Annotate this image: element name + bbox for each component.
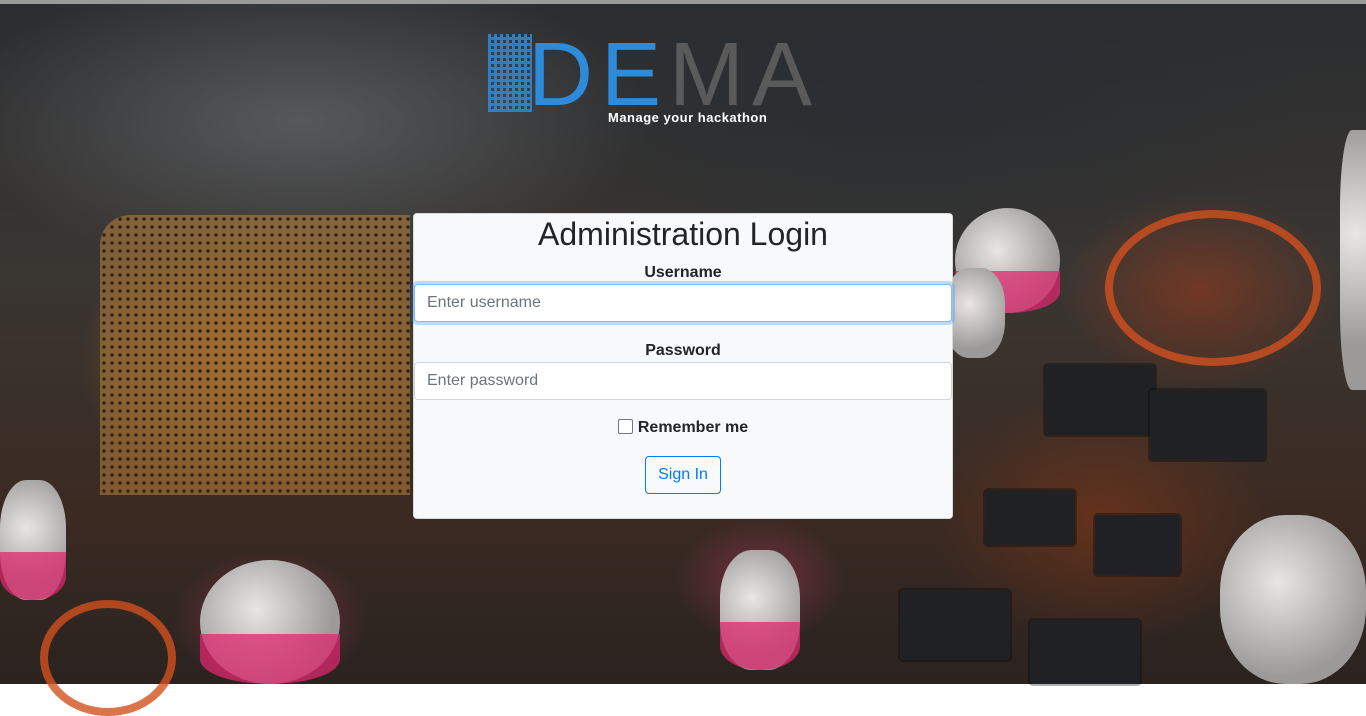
sign-in-button[interactable]: Sign In — [645, 456, 721, 494]
capacitor-decoration — [945, 268, 1005, 358]
chip-decoration — [1030, 620, 1140, 684]
chip-decoration — [1095, 515, 1180, 575]
password-label: Password — [645, 342, 721, 359]
logo-letter-d: D — [528, 25, 601, 125]
chip-decoration — [985, 490, 1075, 545]
logo-tagline: Manage your hackathon — [608, 110, 768, 125]
dema-logo: DEMA Manage your hackathon — [488, 30, 868, 126]
capacitor-decoration — [1220, 515, 1366, 684]
remember-me-row: Remember me — [414, 419, 952, 437]
inductor-coil-decoration — [40, 600, 176, 716]
capacitor-decoration — [0, 480, 66, 600]
password-input[interactable] — [414, 362, 952, 400]
login-title: Administration Login — [538, 216, 828, 252]
username-label: Username — [644, 264, 722, 281]
chip-decoration — [1150, 390, 1265, 460]
capacitor-decoration — [1340, 130, 1366, 390]
logo-pixel-mosaic — [488, 34, 532, 112]
login-card: Administration Login Username Password R… — [413, 213, 953, 519]
remember-me-checkbox[interactable] — [617, 419, 633, 434]
username-input[interactable] — [414, 284, 952, 322]
capacitor-decoration — [200, 560, 340, 684]
capacitor-decoration — [720, 550, 800, 670]
remember-me-label[interactable]: Remember me — [638, 419, 748, 436]
cpu-socket-decoration — [100, 215, 410, 495]
chip-decoration — [1045, 365, 1155, 435]
inductor-coil-decoration — [1105, 210, 1321, 366]
window-top-edge — [0, 0, 1366, 4]
logo-wordmark: DEMA — [528, 30, 820, 120]
chip-decoration — [900, 590, 1010, 660]
